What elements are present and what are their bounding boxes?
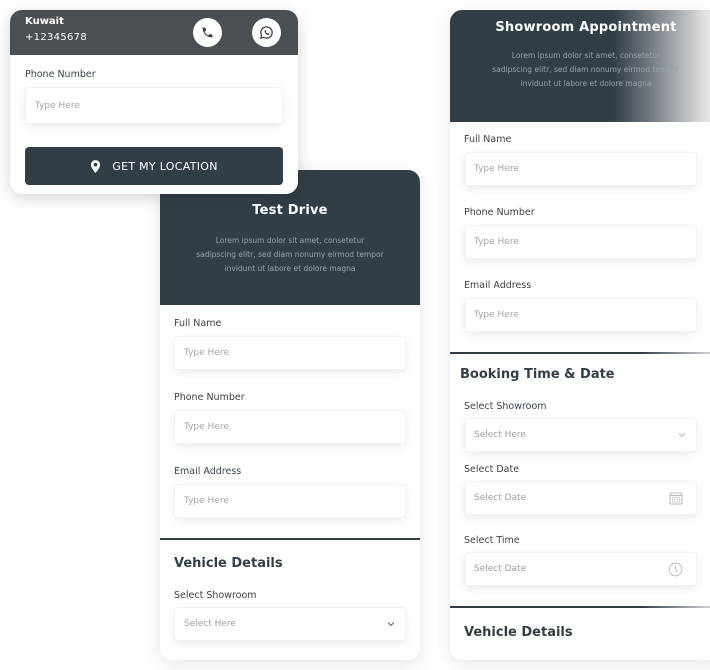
email-address-field[interactable]	[174, 484, 406, 518]
get-location-label: GET MY LOCATION	[112, 159, 218, 173]
phone-number-input[interactable]	[35, 100, 273, 111]
email-address-label: Email Address	[174, 466, 242, 477]
select-showroom-label: Select Showroom	[174, 590, 257, 601]
chevron-down-icon	[678, 433, 686, 438]
select-showroom-dropdown[interactable]: Select Here	[464, 418, 697, 452]
phone-number-label: Phone Number	[25, 69, 96, 80]
location-card: Kuwait +12345678 Phone Number GET MY LOC…	[10, 10, 298, 194]
full-name-field[interactable]	[174, 336, 406, 370]
select-time-placeholder: Select Date	[474, 564, 527, 574]
phone-number-input[interactable]	[184, 422, 396, 432]
vehicle-details-title: Vehicle Details	[464, 625, 573, 640]
country-name: Kuwait	[25, 16, 64, 27]
phone-number-field[interactable]	[25, 87, 283, 124]
full-name-label: Full Name	[464, 134, 512, 145]
phone-icon	[202, 27, 213, 38]
phone-number-field[interactable]	[464, 225, 697, 259]
phone-number-field[interactable]	[174, 410, 406, 444]
test-drive-card: Test Drive Lorem ipsum dolor sit amet, c…	[160, 170, 420, 660]
full-name-input[interactable]	[184, 348, 396, 358]
map-pin-icon	[91, 159, 101, 173]
select-time-field[interactable]: Select Date	[464, 552, 697, 586]
showroom-appointment-header: Showroom Appointment Lorem ipsum dolor s…	[450, 10, 710, 122]
chevron-down-icon	[387, 622, 395, 627]
email-address-field[interactable]	[464, 298, 697, 332]
select-time-label: Select Time	[464, 535, 520, 546]
call-button[interactable]	[193, 18, 222, 47]
clock-icon[interactable]	[668, 562, 683, 577]
phone-number-label: Phone Number	[464, 207, 535, 218]
showroom-appointment-description: Lorem ipsum dolor sit amet, consetetur s…	[492, 51, 680, 88]
get-location-button[interactable]: GET MY LOCATION	[25, 147, 283, 185]
booking-time-date-title: Booking Time & Date	[460, 367, 615, 382]
select-date-placeholder: Select Date	[474, 493, 527, 503]
whatsapp-icon	[259, 26, 273, 40]
full-name-input[interactable]	[474, 164, 687, 174]
select-showroom-dropdown[interactable]: Select Here	[174, 607, 406, 641]
select-showroom-label: Select Showroom	[464, 401, 547, 412]
select-date-field[interactable]: Select Date	[464, 481, 697, 515]
email-address-input[interactable]	[184, 496, 396, 506]
select-showroom-value: Select Here	[184, 619, 236, 629]
contact-phone: +12345678	[25, 32, 87, 43]
full-name-label: Full Name	[174, 318, 222, 329]
full-name-field[interactable]	[464, 152, 697, 186]
email-address-label: Email Address	[464, 280, 532, 291]
whatsapp-button[interactable]	[252, 18, 281, 47]
showroom-appointment-card: Showroom Appointment Lorem ipsum dolor s…	[450, 10, 710, 660]
select-date-label: Select Date	[464, 464, 520, 475]
email-address-input[interactable]	[474, 310, 687, 320]
test-drive-title: Test Drive	[252, 203, 328, 218]
phone-number-label: Phone Number	[174, 392, 245, 403]
select-showroom-value: Select Here	[474, 430, 526, 440]
calendar-icon[interactable]	[669, 491, 683, 505]
vehicle-details-title: Vehicle Details	[174, 556, 283, 571]
showroom-appointment-title: Showroom Appointment	[495, 20, 677, 35]
phone-number-input[interactable]	[474, 237, 687, 247]
test-drive-description: Lorem ipsum dolor sit amet, consetetur s…	[196, 236, 384, 273]
contact-bar: Kuwait +12345678	[10, 10, 298, 55]
